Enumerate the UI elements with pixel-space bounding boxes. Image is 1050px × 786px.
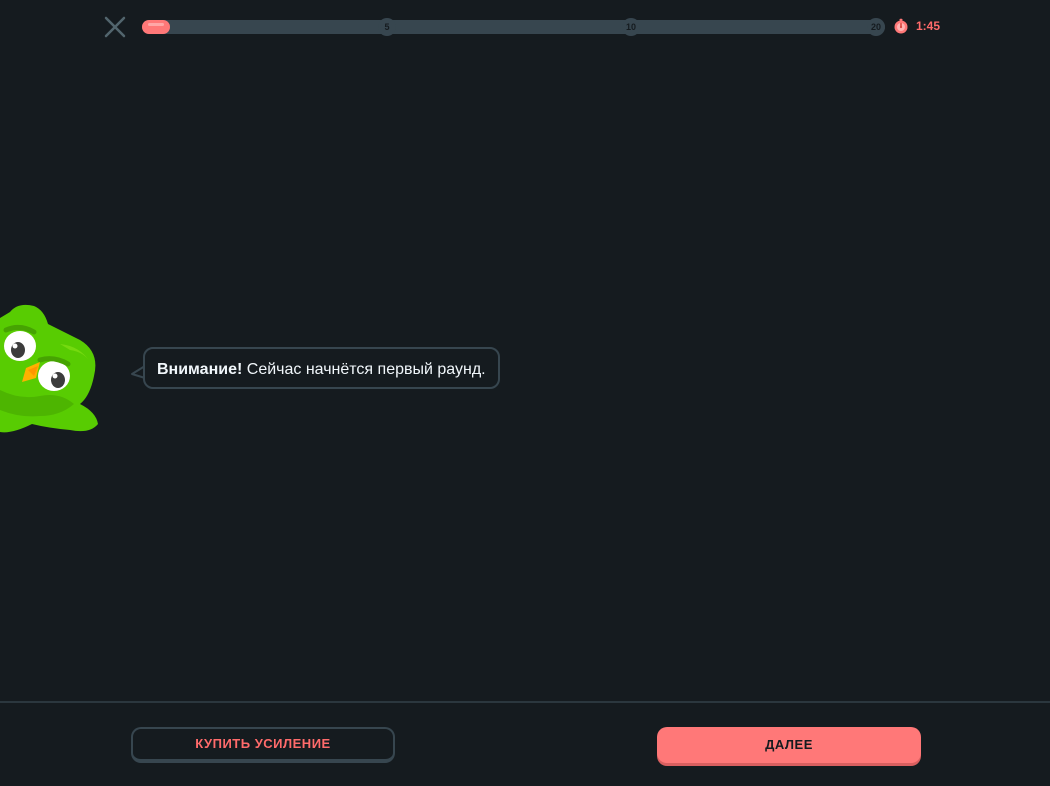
next-button[interactable]: ДАЛЕЕ xyxy=(657,727,921,763)
progress-bar: 5 10 20 xyxy=(142,18,885,36)
speech-bubble: Внимание! Сейчас начнётся первый раунд. xyxy=(143,347,500,389)
timer: 1:45 xyxy=(893,18,940,34)
bubble-text: Сейчас начнётся первый раунд. xyxy=(242,361,486,378)
progress-fill xyxy=(142,20,170,34)
milestone-5: 5 xyxy=(378,18,396,36)
footer: КУПИТЬ УСИЛЕНИЕ ДАЛЕЕ xyxy=(0,701,1050,786)
bubble-emphasis: Внимание! xyxy=(157,361,243,378)
lesson-screen: 5 10 20 1:45 Внимание! Сейчас начнётся п… xyxy=(0,0,1050,786)
owl-mascot-icon xyxy=(0,304,98,433)
stopwatch-icon xyxy=(894,18,908,34)
close-icon xyxy=(104,16,126,38)
timer-value: 1:45 xyxy=(916,19,941,33)
buy-boost-button[interactable]: КУПИТЬ УСИЛЕНИЕ xyxy=(131,727,395,763)
close-button[interactable] xyxy=(102,14,128,40)
milestone-10: 10 xyxy=(622,18,640,36)
milestone-20: 20 xyxy=(867,18,885,36)
